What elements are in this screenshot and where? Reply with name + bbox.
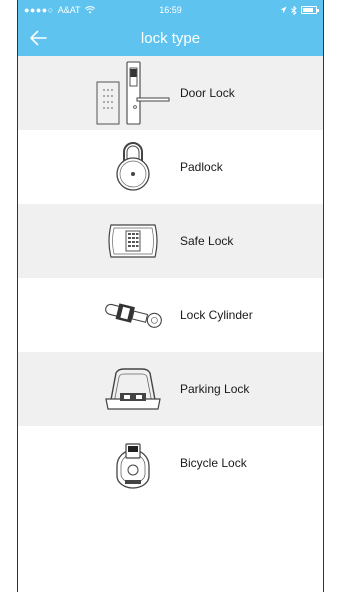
lock-type-item-parking-lock[interactable]: Parking Lock bbox=[18, 352, 323, 426]
navigation-bar: lock type bbox=[18, 20, 323, 56]
bicycle-lock-icon bbox=[68, 426, 198, 500]
safe-lock-icon bbox=[68, 204, 198, 278]
lock-type-label: Door Lock bbox=[180, 86, 235, 100]
door-lock-icon bbox=[68, 56, 198, 130]
lock-cylinder-icon bbox=[68, 278, 198, 352]
lock-type-item-padlock[interactable]: Padlock bbox=[18, 130, 323, 204]
arrow-left-icon bbox=[30, 30, 47, 46]
parking-lock-icon bbox=[68, 352, 198, 426]
lock-type-item-lock-cylinder[interactable]: Lock Cylinder bbox=[18, 278, 323, 352]
status-bar: ●●●●○ A&AT 16:59 bbox=[18, 0, 323, 20]
lock-type-label: Bicycle Lock bbox=[180, 456, 247, 470]
lock-type-label: Safe Lock bbox=[180, 234, 234, 248]
lock-type-item-bicycle-lock[interactable]: Bicycle Lock bbox=[18, 426, 323, 500]
lock-type-list: Door Lock Padlock Safe Lock Lock Cylinde… bbox=[18, 56, 323, 500]
lock-type-label: Lock Cylinder bbox=[180, 308, 253, 322]
back-button[interactable] bbox=[26, 26, 50, 50]
lock-type-label: Parking Lock bbox=[180, 382, 250, 396]
lock-type-item-safe-lock[interactable]: Safe Lock bbox=[18, 204, 323, 278]
page-title: lock type bbox=[140, 29, 201, 47]
lock-type-item-door-lock[interactable]: Door Lock bbox=[18, 56, 323, 130]
app-screen: ●●●●○ A&AT 16:59 lock type Door Lock Pad… bbox=[17, 0, 324, 592]
battery-icon bbox=[301, 6, 319, 14]
padlock-icon bbox=[68, 130, 198, 204]
lock-type-label: Padlock bbox=[180, 160, 223, 174]
status-time: 16:59 bbox=[159, 5, 182, 15]
battery-level bbox=[303, 8, 313, 12]
